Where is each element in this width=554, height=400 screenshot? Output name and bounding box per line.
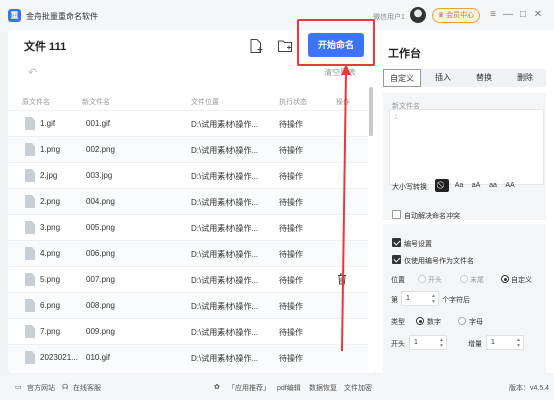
status-bar: ▭ 官方网站 ☊ 在线客服 ✿ 「应用推荐」 pdf编辑 数据恢复 文件加密 版… xyxy=(0,375,554,400)
close-button[interactable]: ✕ xyxy=(532,9,544,21)
type-label: 类型 xyxy=(391,319,405,326)
pdf-link[interactable]: pdf编辑 xyxy=(277,383,301,393)
case-upper-button[interactable]: AA xyxy=(503,179,517,192)
type-number-label: 数字 xyxy=(427,319,441,326)
increment-value: 1 xyxy=(491,339,495,346)
chevron-down-icon[interactable]: ▼ xyxy=(431,299,436,305)
increment-label: 增量 xyxy=(468,341,482,348)
menu-icon[interactable]: ≡ xyxy=(487,9,499,21)
annotation-arrow xyxy=(341,64,351,352)
position-end-radio[interactable] xyxy=(460,275,468,283)
title-bar: 重 金舟批量重命名软件 微信用户1 ♛ 会员中心 ≡ — □ ✕ xyxy=(0,0,554,32)
case-none-button[interactable]: ⃠ xyxy=(435,179,449,192)
avatar[interactable] xyxy=(410,7,426,23)
recover-link[interactable]: 数据恢复 xyxy=(309,383,337,393)
nth-label: 第 xyxy=(391,297,398,304)
number-only-checkbox[interactable] xyxy=(392,255,401,264)
increment-stepper[interactable]: 1 ▲ ▼ xyxy=(486,335,524,350)
nth-suffix: 个字符后 xyxy=(442,297,470,304)
nth-stepper[interactable]: 1 ▲ ▼ xyxy=(401,291,439,306)
tab-custom[interactable]: 自定义 xyxy=(383,69,421,87)
new-name-placeholder: 1 xyxy=(394,114,398,121)
auto-conflict-checkbox[interactable] xyxy=(392,210,401,219)
nth-value: 1 xyxy=(406,295,410,302)
file-list-panel: 文件 111 开始命名 ↶ 清空列表 原文件名 新文件名 文件位置 执行状态 操… xyxy=(8,19,376,373)
recommend-link[interactable]: 「应用推荐」 xyxy=(228,383,270,393)
divider xyxy=(383,220,546,224)
type-letter-label: 字母 xyxy=(469,319,483,326)
version-label: 版本：v4.5.4 xyxy=(509,385,550,392)
chevron-down-icon[interactable]: ▼ xyxy=(516,343,521,349)
gift-icon: ✿ xyxy=(214,384,220,391)
website-link[interactable]: 官方网站 xyxy=(27,383,55,393)
vip-center-button[interactable]: ♛ 会员中心 xyxy=(432,8,480,23)
tab-delete[interactable]: 删除 xyxy=(506,69,544,87)
workbench-panel: 工作台 自定义 插入 替换 删除 新文件名 1 大小写转换 ⃠ Aa aA aa… xyxy=(376,30,554,373)
position-custom-label: 自定义 xyxy=(511,277,532,284)
chevron-down-icon[interactable]: ▼ xyxy=(439,343,444,349)
encrypt-link[interactable]: 文件加密 xyxy=(344,383,372,393)
minimize-button[interactable]: — xyxy=(502,9,514,21)
website-icon: ▭ xyxy=(15,384,22,391)
case-lower-button[interactable]: aa xyxy=(486,179,500,192)
case-convert-label: 大小写转换 xyxy=(392,184,427,191)
position-start-label: 开头 xyxy=(428,277,442,284)
crown-icon: ♛ xyxy=(437,12,445,19)
headset-icon: ☊ xyxy=(62,384,69,391)
case-title-button[interactable]: Aa xyxy=(452,179,466,192)
position-label: 位置 xyxy=(391,277,405,284)
tab-replace[interactable]: 替换 xyxy=(465,69,503,87)
numbering-checkbox[interactable] xyxy=(392,238,401,247)
type-letter-radio[interactable] xyxy=(458,317,466,325)
position-end-label: 末尾 xyxy=(470,277,484,284)
start-label: 开头 xyxy=(391,341,405,348)
position-start-radio[interactable] xyxy=(418,275,426,283)
numbering-label: 编号设置 xyxy=(404,241,432,248)
type-number-radio[interactable] xyxy=(416,317,424,325)
app-logo: 重 xyxy=(8,9,21,22)
tab-insert[interactable]: 插入 xyxy=(424,69,462,87)
position-custom-radio[interactable] xyxy=(501,275,509,283)
app-title: 金舟批量重命名软件 xyxy=(26,12,98,21)
case-invert-button[interactable]: aA xyxy=(469,179,483,192)
tabs: 自定义 插入 替换 删除 xyxy=(383,69,546,87)
service-link[interactable]: 在线客服 xyxy=(73,383,101,393)
start-stepper[interactable]: 1 ▲ ▼ xyxy=(409,335,447,350)
start-value: 1 xyxy=(414,339,418,346)
number-only-label: 仅使用编号作为文件名 xyxy=(404,258,474,265)
vip-label: 会员中心 xyxy=(446,12,475,19)
workbench-title: 工作台 xyxy=(388,48,421,60)
maximize-button[interactable]: □ xyxy=(517,9,529,21)
new-name-input[interactable]: 1 xyxy=(389,109,544,185)
user-name[interactable]: 微信用户1 xyxy=(373,12,405,22)
